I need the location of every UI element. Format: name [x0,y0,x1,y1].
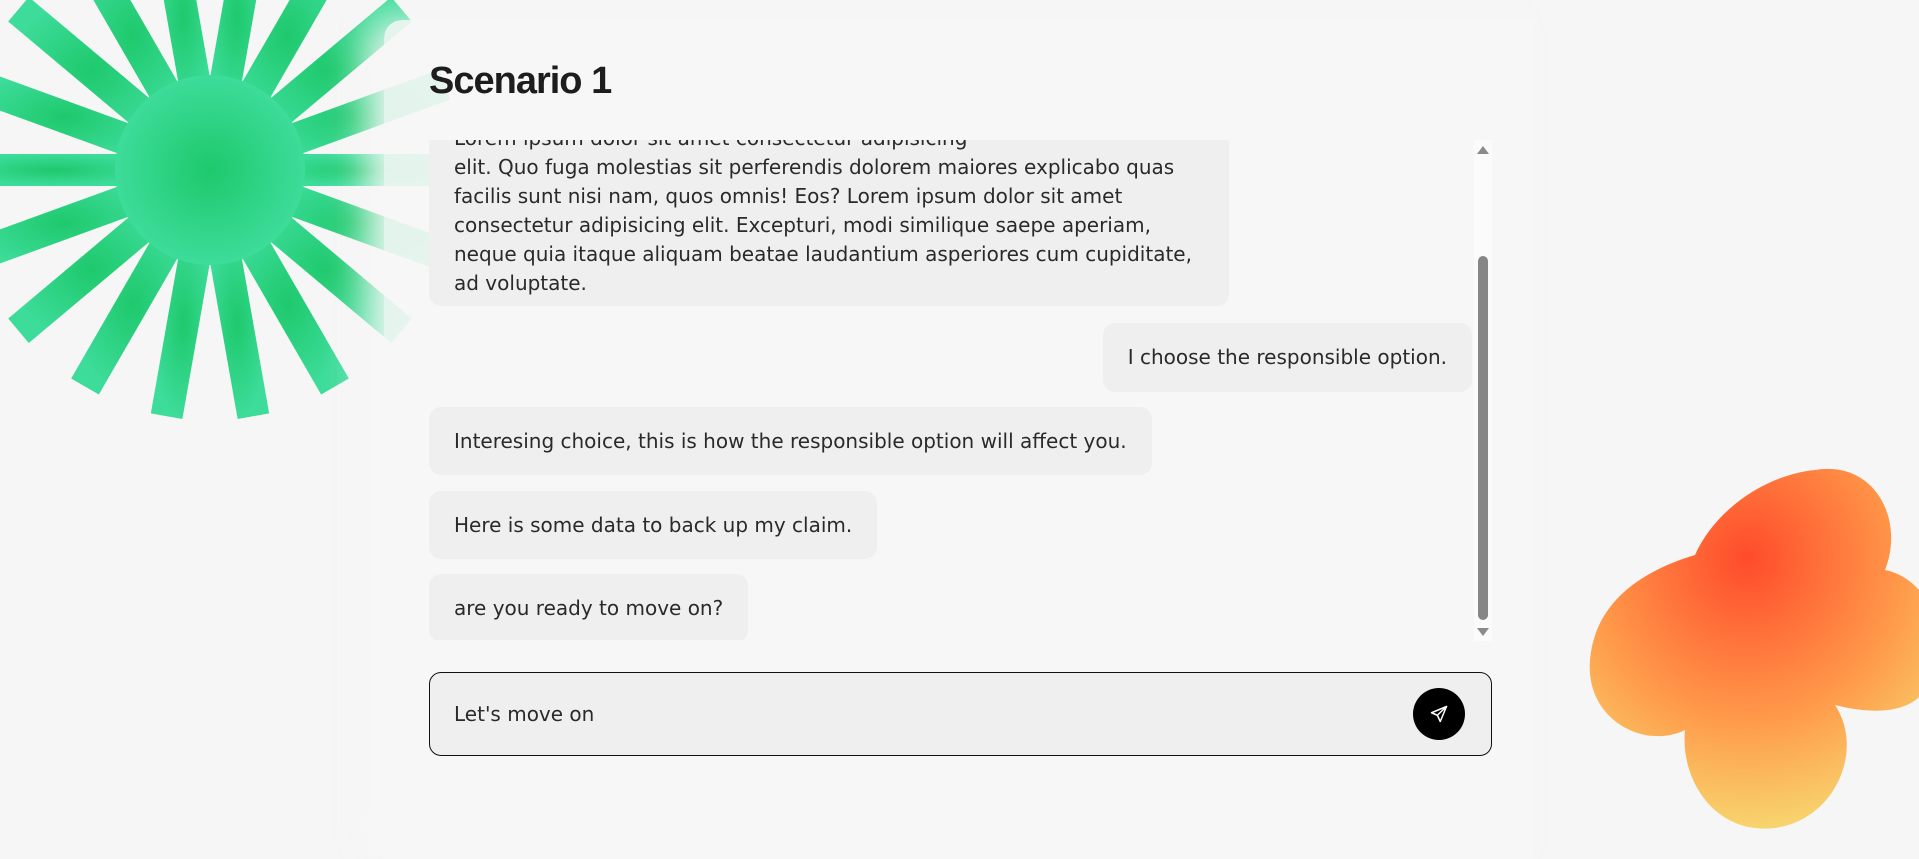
message-line: consectetur adipisicing elit. Excepturi,… [454,213,1151,237]
scroll-down-arrow-icon[interactable] [1477,628,1489,636]
page-title: Scenario 1 [429,60,612,102]
chat-scrollbar[interactable] [1474,140,1492,641]
message-text: I choose the responsible option. [1127,345,1447,369]
orange-blob-decoration [1589,468,1919,829]
paper-plane-icon [1430,705,1448,723]
bot-message: are you ready to move on? [429,574,749,640]
message-text: Interesing choice, this is how the respo… [454,428,1127,453]
scroll-thumb[interactable] [1478,256,1488,620]
message-line: Lorem ipsum dolor sit amet consectetur a… [454,140,1204,153]
user-message: I choose the responsible option. [1102,323,1472,392]
message-line: elit. Quo fuga molestias sit perferendis… [454,155,1175,179]
message-line: ad voluptate. [454,271,587,295]
send-button[interactable] [1413,688,1465,740]
message-line: facilis sunt nisi nam, quos omnis! Eos? … [454,184,1123,208]
message-text: are you ready to move on? [454,595,724,620]
chat-log[interactable]: Lorem ipsum dolor sit amet consectetur a… [429,140,1472,640]
scroll-up-arrow-icon[interactable] [1477,146,1489,154]
bot-message: Interesing choice, this is how the respo… [429,407,1152,475]
message-line: neque quia itaque aliquam beatae laudant… [454,242,1192,266]
bot-message: Here is some data to back up my claim. [429,491,878,559]
app-stage: Scenario 1 Lorem ipsum dolor sit amet co… [0,0,1919,859]
message-input[interactable] [454,673,1354,754]
bot-message: Lorem ipsum dolor sit amet consectetur a… [429,140,1229,306]
message-composer [429,672,1492,756]
message-text: Here is some data to back up my claim. [454,512,853,537]
